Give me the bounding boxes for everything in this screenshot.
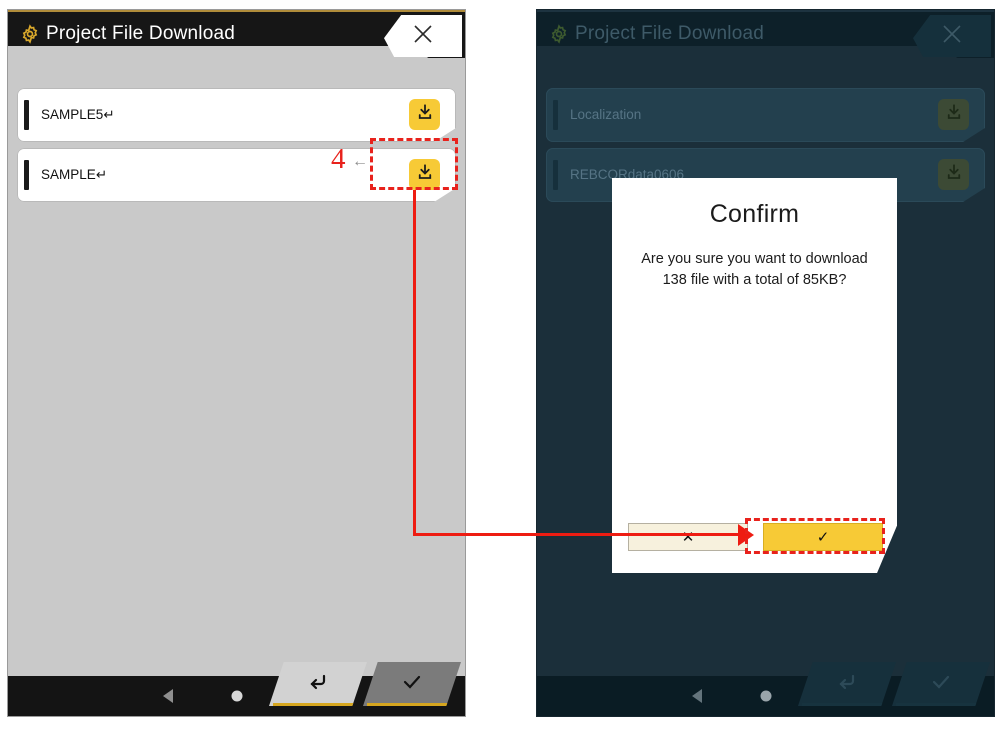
- row-accent-bar: [24, 160, 29, 190]
- file-name: SAMPLE5↵: [41, 107, 115, 122]
- dialog-message: Are you sure you want to download 138 fi…: [641, 251, 868, 288]
- gear-icon: [549, 24, 569, 44]
- annotation-connector-horizontal: [413, 533, 743, 536]
- list-item[interactable]: Localization: [546, 88, 985, 142]
- right-action-buttons: [798, 662, 990, 706]
- download-button[interactable]: [938, 159, 969, 190]
- android-home-icon[interactable]: [231, 690, 242, 702]
- download-icon: [416, 103, 434, 126]
- annotation-left-arrow-icon: ←: [352, 153, 368, 170]
- back-action-button[interactable]: [269, 662, 367, 706]
- confirm-action-button[interactable]: [363, 662, 461, 706]
- gear-icon: [20, 24, 40, 44]
- left-titlebar: Project File Download: [8, 10, 465, 70]
- download-icon: [945, 163, 963, 186]
- list-item[interactable]: SAMPLE5↵: [17, 88, 456, 142]
- button-gold-edge: [272, 703, 364, 706]
- check-icon: [929, 670, 953, 699]
- row-accent-bar: [553, 160, 558, 190]
- annotation-highlight-download-button: [370, 138, 458, 190]
- page-title: Project File Download: [46, 23, 236, 44]
- row-accent-bar: [24, 100, 29, 130]
- close-icon: [940, 22, 964, 51]
- download-button[interactable]: [409, 99, 440, 130]
- left-device-panel: Project File Download SAMPLE5↵ SAMPLE↵: [7, 9, 466, 717]
- right-titlebar: Project File Download: [537, 10, 994, 70]
- return-arrow-icon: [835, 670, 859, 699]
- annotation-highlight-dialog-confirm: [745, 518, 885, 554]
- file-name: Localization: [570, 107, 642, 122]
- download-button[interactable]: [938, 99, 969, 130]
- download-icon: [945, 103, 963, 126]
- file-name: SAMPLE↵: [41, 167, 108, 182]
- annotation-step-number: 4: [331, 143, 346, 175]
- annotation-connector-vertical: [413, 190, 416, 536]
- android-back-icon[interactable]: [691, 689, 702, 703]
- button-gold-edge: [366, 703, 458, 706]
- left-action-buttons: [269, 662, 461, 706]
- button-gold-edge: [801, 703, 893, 706]
- back-action-button[interactable]: [798, 662, 896, 706]
- right-screen: Project File Download Localization REBCO…: [536, 9, 995, 717]
- android-home-icon[interactable]: [760, 690, 771, 702]
- check-icon: [400, 670, 424, 699]
- close-icon: [411, 22, 435, 51]
- return-arrow-icon: [306, 670, 330, 699]
- dialog-cancel-button[interactable]: ✕: [628, 523, 748, 551]
- button-gold-edge: [895, 703, 987, 706]
- page-title: Project File Download: [575, 23, 765, 44]
- left-screen: Project File Download SAMPLE5↵ SAMPLE↵: [7, 9, 466, 717]
- confirm-dialog: Confirm Are you sure you want to downloa…: [612, 178, 897, 573]
- right-device-panel: Project File Download Localization REBCO…: [536, 9, 995, 717]
- row-accent-bar: [553, 100, 558, 130]
- android-back-icon[interactable]: [162, 689, 173, 703]
- confirm-action-button[interactable]: [892, 662, 990, 706]
- dialog-title: Confirm: [709, 200, 800, 228]
